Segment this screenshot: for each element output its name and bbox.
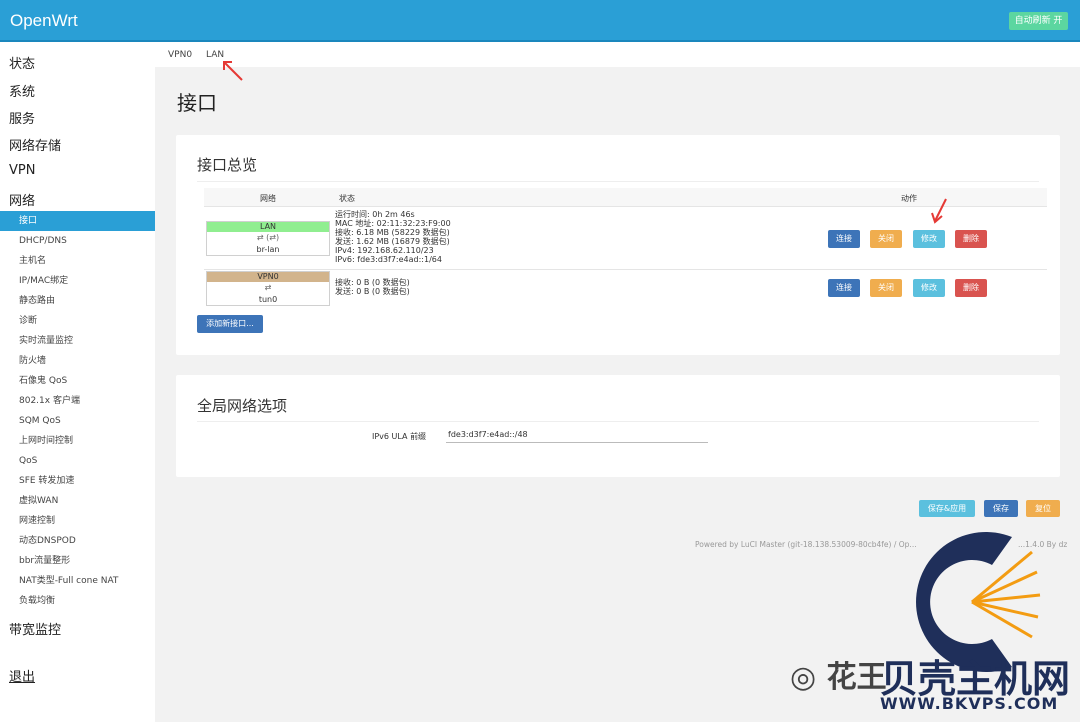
- page-title: 接口: [177, 91, 217, 115]
- lan-network-box[interactable]: LAN ⇄ (⇄) br-lan: [206, 221, 330, 256]
- tunnel-icon: ⇄: [264, 283, 272, 292]
- status-line: 运行时间: 0h 2m 46s: [335, 210, 415, 219]
- header-actions: 动作: [901, 194, 917, 203]
- status-line: 发送: 0 B (0 数据包): [335, 287, 410, 296]
- divider: [197, 421, 1039, 422]
- red-arrow-icon: [931, 198, 947, 224]
- sidebar-item-nas[interactable]: 网络存储: [9, 135, 61, 154]
- sidebar-sub-hostnames[interactable]: 主机名: [0, 251, 155, 271]
- sidebar: 状态 系统 服务 网络存储 VPN 网络 接口 DHCP/DNS 主机名 IP/…: [0, 42, 155, 722]
- sidebar-sub-8021x[interactable]: 802.1x 客户端: [0, 391, 155, 411]
- sidebar-item-logout[interactable]: 退出: [9, 666, 35, 685]
- lan-name: LAN: [207, 222, 329, 232]
- save-button[interactable]: 保存: [984, 500, 1018, 517]
- sidebar-sub-qos[interactable]: QoS: [0, 451, 155, 471]
- watermark-url: WWW.BKVPS.COM: [880, 694, 1059, 713]
- divider: [197, 181, 1039, 182]
- ula-prefix-label: IPv6 ULA 前缀: [372, 432, 427, 441]
- lan-device: br-lan: [256, 245, 280, 254]
- sidebar-sub-sfe[interactable]: SFE 转发加速: [0, 471, 155, 491]
- global-options-panel: 全局网络选项 IPv6 ULA 前缀: [176, 375, 1060, 477]
- top-bar: OpenWrt 自动刷新 开: [0, 0, 1080, 42]
- reset-button[interactable]: 复位: [1026, 500, 1060, 517]
- sidebar-sub-firewall[interactable]: 防火墙: [0, 351, 155, 371]
- watermark-wechat: ◎ 花王: [790, 652, 887, 696]
- save-apply-button[interactable]: 保存&应用: [919, 500, 975, 517]
- header-network: 网络: [260, 194, 276, 203]
- vpn0-network-box[interactable]: VPN0 ⇄ tun0: [206, 271, 330, 306]
- status-line: MAC 地址: 02:11:32:23:F9:00: [335, 219, 451, 228]
- sidebar-sub-dhcp[interactable]: DHCP/DNS: [0, 231, 155, 251]
- sidebar-sub-ipmac[interactable]: IP/MAC绑定: [0, 271, 155, 291]
- footer: Powered by LuCI Master (git-18.138.53009…: [695, 540, 917, 549]
- sidebar-item-services[interactable]: 服务: [9, 108, 35, 127]
- auto-refresh-toggle[interactable]: 自动刷新 开: [1009, 12, 1068, 30]
- vpn0-name: VPN0: [207, 272, 329, 282]
- ula-prefix-input[interactable]: [446, 427, 708, 443]
- status-line: IPv4: 192.168.62.110/23: [335, 246, 434, 255]
- sidebar-sub-interfaces[interactable]: 接口: [0, 211, 155, 231]
- overview-title: 接口总览: [197, 156, 258, 174]
- vpn0-delete-button[interactable]: 删除: [955, 279, 987, 297]
- global-title: 全局网络选项: [197, 397, 288, 415]
- sidebar-sub-gargoyle[interactable]: 石像鬼 QoS: [0, 371, 155, 391]
- lan-close-button[interactable]: 关闭: [870, 230, 902, 248]
- sidebar-sub-routes[interactable]: 静态路由: [0, 291, 155, 311]
- sidebar-item-network[interactable]: 网络: [9, 190, 35, 209]
- sidebar-item-bandwidth[interactable]: 带宽监控: [9, 619, 61, 638]
- status-line: 接收: 6.18 MB (58229 数据包): [335, 228, 450, 237]
- status-line: 接收: 0 B (0 数据包): [335, 278, 410, 287]
- sidebar-sub-dnspod[interactable]: 动态DNSPOD: [0, 531, 155, 551]
- table-header: 网络 状态 动作: [204, 188, 1047, 206]
- status-line: 发送: 1.62 MB (16879 数据包): [335, 237, 450, 246]
- tab-vpn0[interactable]: VPN0: [168, 50, 192, 60]
- vpn0-status: 接收: 0 B (0 数据包) 发送: 0 B (0 数据包): [335, 278, 410, 296]
- table-row-vpn0: VPN0 ⇄ tun0 接收: 0 B (0 数据包) 发送: 0 B (0 数…: [204, 269, 1047, 307]
- sidebar-sub-nat[interactable]: NAT类型-Full cone NAT: [0, 571, 155, 591]
- red-arrow-icon: [223, 61, 243, 81]
- vpn0-connect-button[interactable]: 连接: [828, 279, 860, 297]
- sidebar-sub-bbr[interactable]: bbr流量整形: [0, 551, 155, 571]
- sidebar-sub-timecontrol[interactable]: 上网时间控制: [0, 431, 155, 451]
- sidebar-sub-loadbalance[interactable]: 负载均衡: [0, 591, 155, 611]
- sidebar-sub-sqm[interactable]: SQM QoS: [0, 411, 155, 431]
- table-row-lan: LAN ⇄ (⇄) br-lan 运行时间: 0h 2m 46s MAC 地址:…: [204, 206, 1047, 269]
- vpn0-device: tun0: [258, 295, 278, 304]
- header-status: 状态: [339, 194, 355, 203]
- watermark-wechat-text: 花王: [826, 660, 887, 695]
- sidebar-sub-traffic[interactable]: 实时流量监控: [0, 331, 155, 351]
- wechat-icon: ◎: [790, 660, 817, 695]
- sidebar-sub-speed[interactable]: 网速控制: [0, 511, 155, 531]
- sidebar-sub-vwan[interactable]: 虚拟WAN: [0, 491, 155, 511]
- status-line: IPv6: fde3:d3f7:e4ad::1/64: [335, 255, 442, 264]
- interface-overview-panel: 接口总览 网络 状态 动作 LAN ⇄ (⇄) br-lan 运行时间: 0h …: [176, 135, 1060, 355]
- vpn0-close-button[interactable]: 关闭: [870, 279, 902, 297]
- lan-edit-button[interactable]: 修改: [913, 230, 945, 248]
- sidebar-item-vpn[interactable]: VPN: [9, 163, 35, 178]
- sidebar-sub-diagnostics[interactable]: 诊断: [0, 311, 155, 331]
- sidebar-item-status[interactable]: 状态: [9, 53, 35, 72]
- ethernet-icon: ⇄ (⇄): [256, 233, 280, 242]
- vpn0-edit-button[interactable]: 修改: [913, 279, 945, 297]
- brand-logo[interactable]: OpenWrt: [10, 11, 78, 31]
- lan-delete-button[interactable]: 删除: [955, 230, 987, 248]
- lan-status: 运行时间: 0h 2m 46s MAC 地址: 02:11:32:23:F9:0…: [335, 210, 451, 264]
- add-interface-button[interactable]: 添加新接口...: [197, 315, 263, 333]
- sidebar-item-system[interactable]: 系统: [9, 81, 35, 100]
- lan-connect-button[interactable]: 连接: [828, 230, 860, 248]
- tab-bar: VPN0 LAN: [155, 42, 1080, 67]
